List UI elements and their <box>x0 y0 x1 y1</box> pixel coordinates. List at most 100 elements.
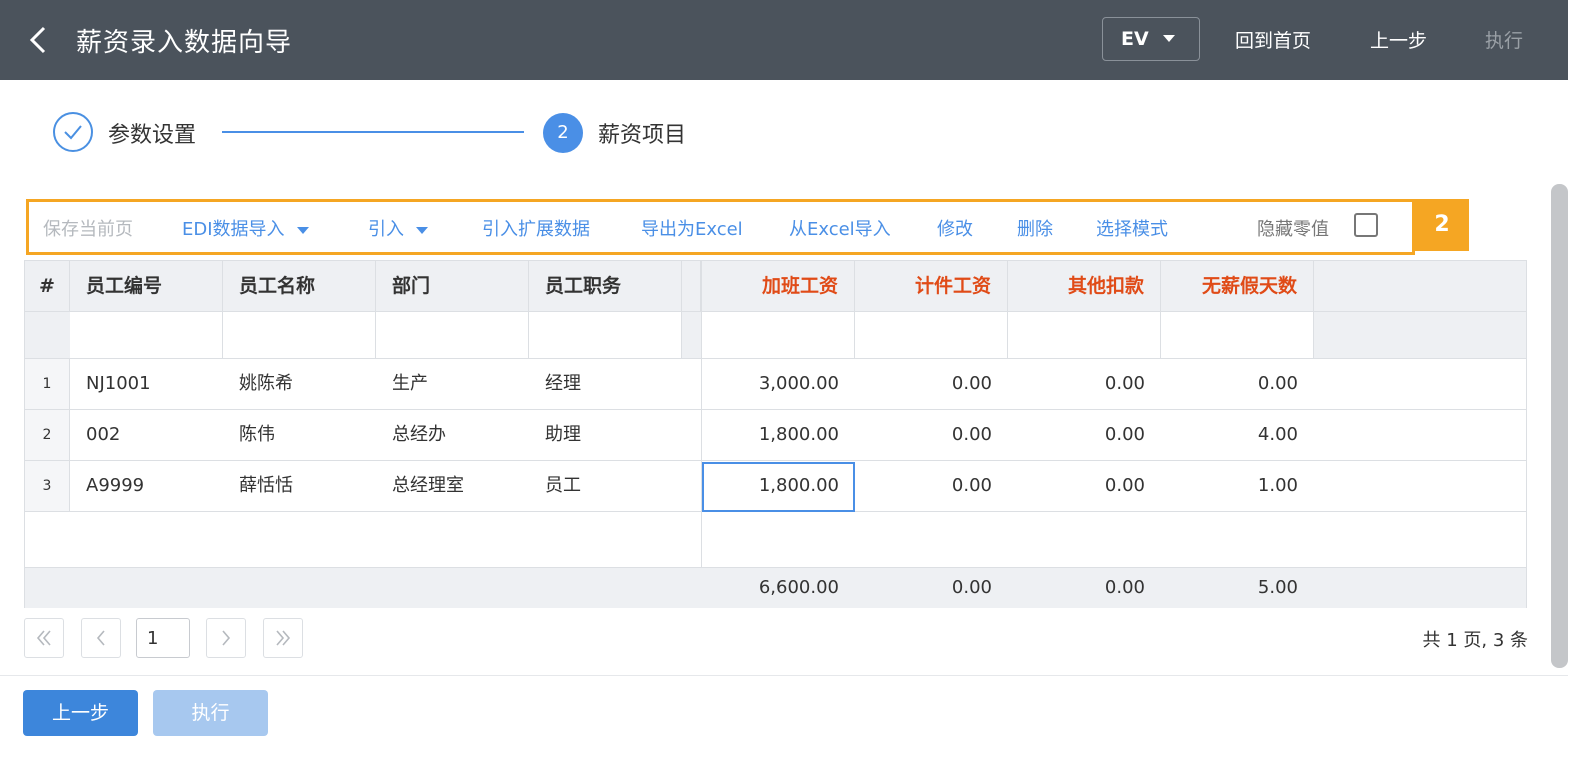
edit-button[interactable]: 修改 <box>937 215 973 241</box>
page-title: 薪资录入数据向导 <box>76 28 293 58</box>
chevron-down-icon <box>416 226 428 234</box>
import-excel-button[interactable]: 从Excel导入 <box>789 215 891 241</box>
double-chevron-left-icon <box>36 630 51 646</box>
chevron-down-icon <box>1163 35 1175 42</box>
filter-dept-input[interactable] <box>376 312 529 358</box>
edi-import-label: EDI数据导入 <box>182 219 285 240</box>
next-page-button[interactable] <box>206 618 246 658</box>
col-index-header: # <box>25 261 70 311</box>
filter-row <box>25 312 1526 359</box>
hide-zero-label: 隐藏零值 <box>1257 219 1329 240</box>
select-mode-button[interactable]: 选择模式 <box>1096 215 1168 241</box>
save-page-button: 保存当前页 <box>43 219 133 240</box>
header-prev-link[interactable]: 上一步 <box>1370 26 1427 53</box>
cell-deduct[interactable]: 0.00 <box>1008 410 1161 460</box>
prev-step-button[interactable]: 上一步 <box>23 690 138 736</box>
prev-page-button[interactable] <box>81 618 121 658</box>
step-1-label: 参数设置 <box>108 123 197 148</box>
frozen-spacer <box>682 261 701 311</box>
table-row[interactable]: 1 NJ1001 姚陈希 生产 经理 3,000.00 0.00 0.00 0.… <box>25 359 1526 410</box>
page-number-input[interactable] <box>136 618 190 658</box>
cell-deduct[interactable]: 0.00 <box>1008 359 1161 409</box>
cell-piece[interactable]: 0.00 <box>855 359 1008 409</box>
pager-info: 共 1 页, 3 条 <box>1422 630 1528 651</box>
last-page-button[interactable] <box>263 618 303 658</box>
import-label: 引入 <box>368 219 404 240</box>
col-unpaid-header[interactable]: 无薪假天数 <box>1161 261 1314 311</box>
col-dept-header[interactable]: 部门 <box>376 261 529 311</box>
execute-button: 执行 <box>153 690 268 736</box>
cell-dept[interactable]: 总经理室 <box>376 461 529 511</box>
total-unpaid: 5.00 <box>1257 577 1298 598</box>
check-icon <box>64 125 82 140</box>
col-code-header[interactable]: 员工编号 <box>70 261 223 311</box>
cell-code[interactable]: 002 <box>70 410 223 460</box>
cell-overtime[interactable]: 1,800.00 <box>702 410 855 460</box>
cell-unpaid[interactable]: 4.00 <box>1161 410 1314 460</box>
app-header: 薪资录入数据向导 EV 回到首页 上一步 执行 <box>0 0 1568 80</box>
hide-zero-checkbox[interactable] <box>1354 213 1378 237</box>
step-2-number: 2 <box>543 113 583 153</box>
annotation-marker: 2 <box>1415 199 1469 251</box>
col-deduct-header[interactable]: 其他扣款 <box>1008 261 1161 311</box>
chevron-down-icon <box>296 226 309 234</box>
cell-piece[interactable]: 0.00 <box>855 410 1008 460</box>
cell-title[interactable]: 助理 <box>529 410 682 460</box>
export-excel-button[interactable]: 导出为Excel <box>641 215 743 241</box>
filter-overtime-input[interactable] <box>702 312 855 358</box>
cell-name[interactable]: 陈伟 <box>223 410 376 460</box>
cell-dept[interactable]: 总经办 <box>376 410 529 460</box>
scrollbar-thumb[interactable] <box>1551 184 1568 668</box>
cell-title[interactable]: 经理 <box>529 359 682 409</box>
filter-name-input[interactable] <box>223 312 376 358</box>
filter-piece-input[interactable] <box>855 312 1008 358</box>
selected-cell-outline <box>702 462 855 512</box>
cell-dept[interactable]: 生产 <box>376 359 529 409</box>
cell-unpaid[interactable]: 1.00 <box>1161 461 1314 511</box>
row-index: 3 <box>25 461 70 511</box>
salary-grid: # 员工编号 员工名称 部门 员工职务 加班工资 计件工资 其他扣款 无薪假天数… <box>24 260 1527 608</box>
delete-button[interactable]: 删除 <box>1017 215 1053 241</box>
cell-overtime[interactable]: 3,000.00 <box>702 359 855 409</box>
col-piece-header[interactable]: 计件工资 <box>855 261 1008 311</box>
step-2-label: 薪资项目 <box>598 123 687 148</box>
cell-name[interactable]: 姚陈希 <box>223 359 376 409</box>
cell-code[interactable]: NJ1001 <box>70 359 223 409</box>
col-name-header[interactable]: 员工名称 <box>223 261 376 311</box>
home-link[interactable]: 回到首页 <box>1235 26 1311 53</box>
header-row: # 员工编号 员工名称 部门 员工职务 加班工资 计件工资 其他扣款 无薪假天数 <box>25 261 1526 312</box>
grid-toolbar: 保存当前页 EDI数据导入 引入 引入扩展数据 导出为Excel 从Excel导… <box>26 199 1415 255</box>
step-connector <box>222 131 524 133</box>
cell-piece[interactable]: 0.00 <box>855 461 1008 511</box>
chevron-right-icon <box>222 630 231 646</box>
col-title-header[interactable]: 员工职务 <box>529 261 682 311</box>
import-ext-button[interactable]: 引入扩展数据 <box>482 215 590 241</box>
ev-dropdown[interactable]: EV <box>1102 17 1200 61</box>
filter-unpaid-input[interactable] <box>1161 312 1314 358</box>
cell-code[interactable]: A9999 <box>70 461 223 511</box>
col-overtime-header[interactable]: 加班工资 <box>702 261 855 311</box>
total-deduct: 0.00 <box>1104 577 1145 598</box>
first-page-button[interactable] <box>24 618 64 658</box>
import-dropdown[interactable]: 引入 <box>368 215 428 241</box>
table-row[interactable]: 2 002 陈伟 总经办 助理 1,800.00 0.00 0.00 4.00 <box>25 410 1526 461</box>
edi-import-dropdown[interactable]: EDI数据导入 <box>182 215 309 241</box>
back-arrow-icon[interactable] <box>24 22 54 58</box>
cell-deduct[interactable]: 0.00 <box>1008 461 1161 511</box>
total-piece: 0.00 <box>951 577 992 598</box>
filter-title-input[interactable] <box>529 312 682 358</box>
frozen-column-divider <box>701 261 702 607</box>
totals-row: 6,600.00 0.00 0.00 5.00 <box>25 567 1526 608</box>
cell-unpaid[interactable]: 0.00 <box>1161 359 1314 409</box>
filter-deduct-input[interactable] <box>1008 312 1161 358</box>
cell-name[interactable]: 薛恬恬 <box>223 461 376 511</box>
total-overtime: 6,600.00 <box>758 577 839 598</box>
double-chevron-right-icon <box>276 630 291 646</box>
row-index: 2 <box>25 410 70 460</box>
chevron-left-icon <box>96 630 105 646</box>
footer-divider <box>0 675 1568 676</box>
header-execute-link: 执行 <box>1485 30 1524 52</box>
step-done-icon <box>53 112 93 152</box>
cell-title[interactable]: 员工 <box>529 461 682 511</box>
filter-code-input[interactable] <box>70 312 223 358</box>
